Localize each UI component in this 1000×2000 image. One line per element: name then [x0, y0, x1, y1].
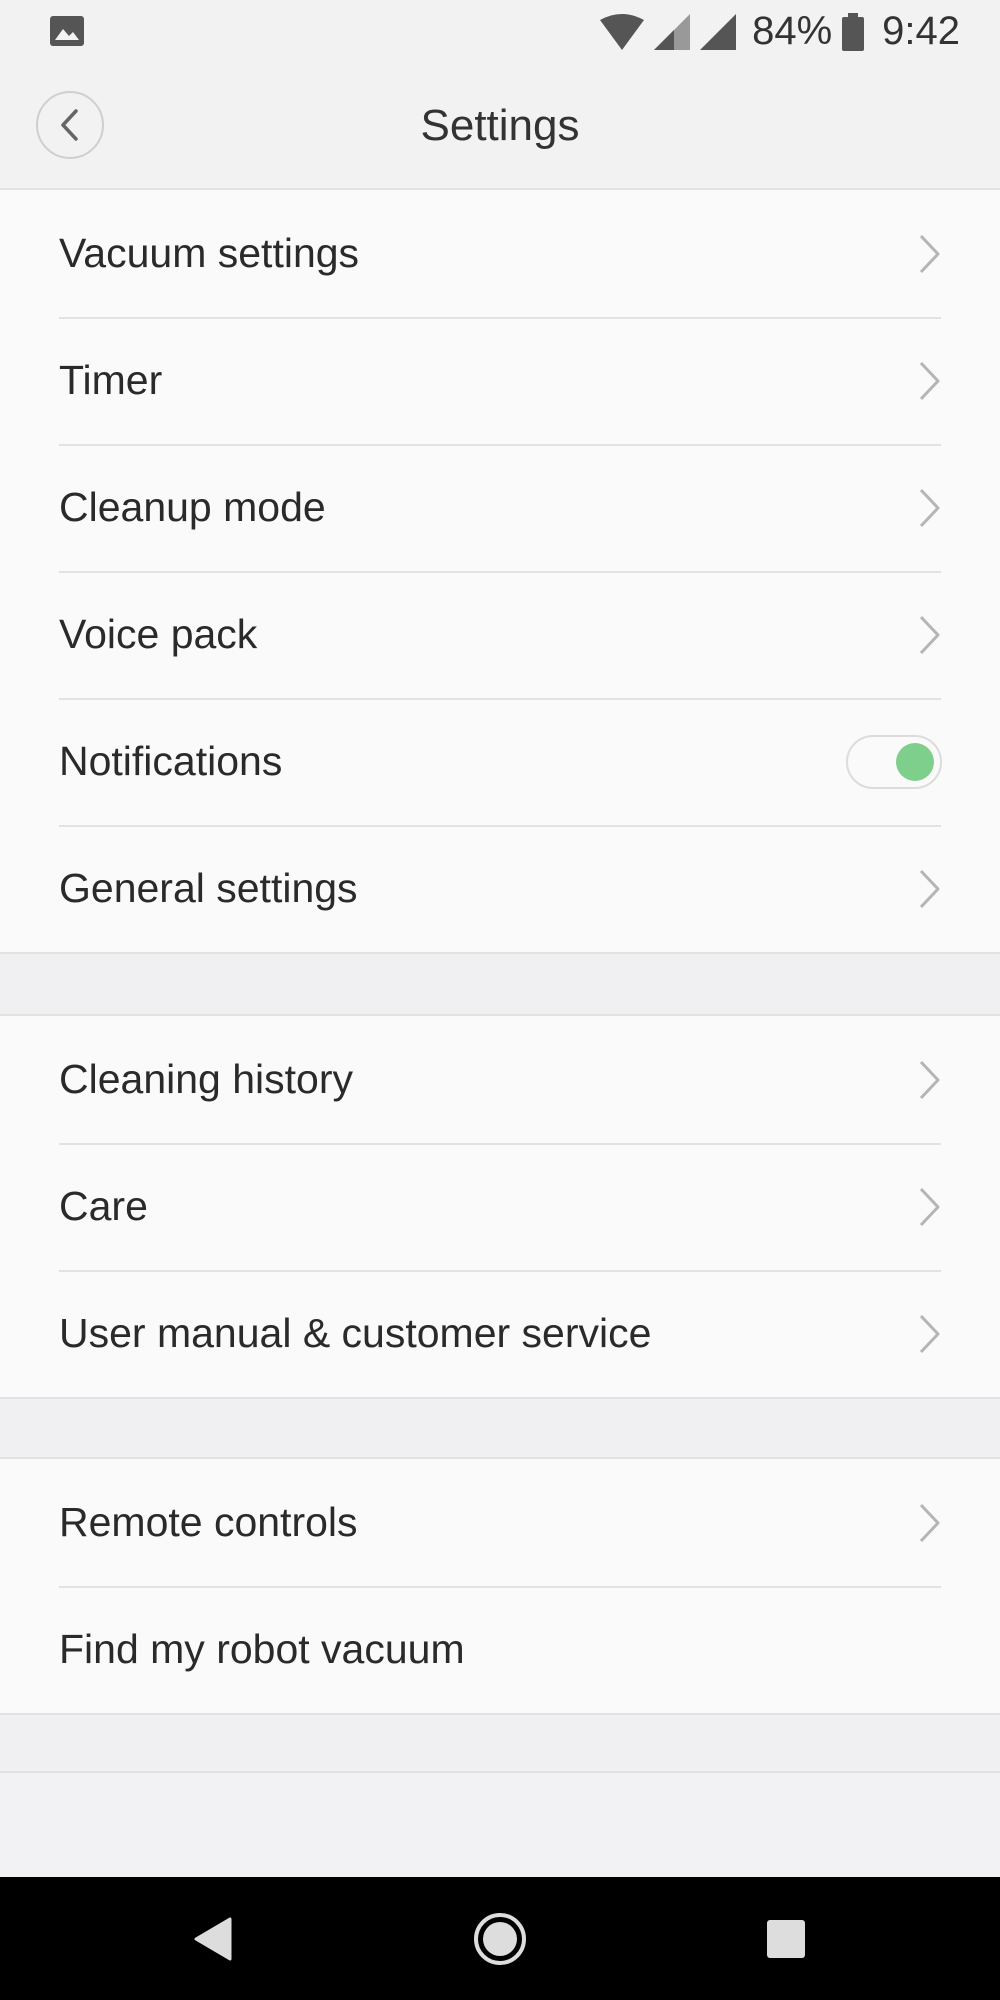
chevron-right-icon	[919, 1314, 940, 1353]
row-label: General settings	[59, 865, 358, 911]
notifications-toggle[interactable]	[846, 734, 942, 789]
user-manual-row[interactable]: User manual & customer service	[0, 1270, 1000, 1397]
row-label: Find my robot vacuum	[59, 1626, 465, 1672]
chevron-right-icon	[919, 615, 940, 654]
clock: 9:42	[882, 9, 960, 53]
settings-group-remote: Remote controls Find my robot vacuum	[0, 1457, 1000, 1715]
chevron-left-icon	[61, 109, 78, 141]
voice-pack-row[interactable]: Voice pack	[0, 571, 1000, 698]
page-title: Settings	[420, 101, 580, 150]
wifi-icon	[600, 13, 645, 50]
row-label: Cleanup mode	[59, 484, 326, 530]
remote-controls-row[interactable]: Remote controls	[0, 1459, 1000, 1586]
row-label: Vacuum settings	[59, 230, 360, 276]
vacuum-settings-row[interactable]: Vacuum settings	[0, 190, 1000, 317]
general-settings-row[interactable]: General settings	[0, 825, 1000, 952]
find-robot-row[interactable]: Find my robot vacuum	[0, 1586, 1000, 1713]
gallery-icon	[50, 16, 84, 46]
care-row[interactable]: Care	[0, 1143, 1000, 1270]
nav-back-button[interactable]	[152, 1877, 272, 2000]
battery-percentage: 84%	[752, 9, 833, 53]
nav-recents-button[interactable]	[726, 1877, 846, 2000]
row-label: Timer	[59, 357, 163, 403]
battery-icon	[842, 12, 865, 51]
signal-icon	[654, 13, 691, 50]
chevron-right-icon	[919, 869, 940, 908]
chevron-right-icon	[919, 1060, 940, 1099]
row-label: Care	[59, 1183, 148, 1229]
row-label: Notifications	[59, 738, 283, 784]
app-header: Settings	[0, 63, 1000, 190]
chevron-right-icon	[919, 1503, 940, 1542]
settings-group-support: Cleaning history Care User manual & cust…	[0, 1014, 1000, 1399]
cleaning-history-row[interactable]: Cleaning history	[0, 1016, 1000, 1143]
chevron-right-icon	[919, 234, 940, 273]
home-circle-icon	[474, 1912, 526, 1965]
row-label: Cleaning history	[59, 1056, 353, 1102]
cleanup-mode-row[interactable]: Cleanup mode	[0, 444, 1000, 571]
timer-row[interactable]: Timer	[0, 317, 1000, 444]
toggle-knob	[896, 742, 934, 781]
chevron-right-icon	[919, 361, 940, 400]
settings-group-device: Vacuum settings Timer Cleanup mode Voice…	[0, 188, 1000, 954]
back-triangle-icon	[194, 1917, 232, 1960]
notifications-row: Notifications	[0, 698, 1000, 825]
system-nav-bar	[0, 1877, 1000, 2000]
signal-icon	[700, 13, 737, 50]
row-label: Remote controls	[59, 1499, 358, 1545]
bottom-spacer-row	[0, 1771, 1000, 1877]
chevron-right-icon	[919, 488, 940, 527]
row-label: Voice pack	[59, 611, 258, 657]
status-bar: 84% 9:42	[0, 0, 1000, 63]
chevron-right-icon	[919, 1187, 940, 1226]
nav-home-button[interactable]	[440, 1877, 560, 2000]
row-label: User manual & customer service	[59, 1310, 652, 1356]
recents-square-icon	[767, 1919, 805, 1958]
back-button[interactable]	[36, 91, 104, 159]
